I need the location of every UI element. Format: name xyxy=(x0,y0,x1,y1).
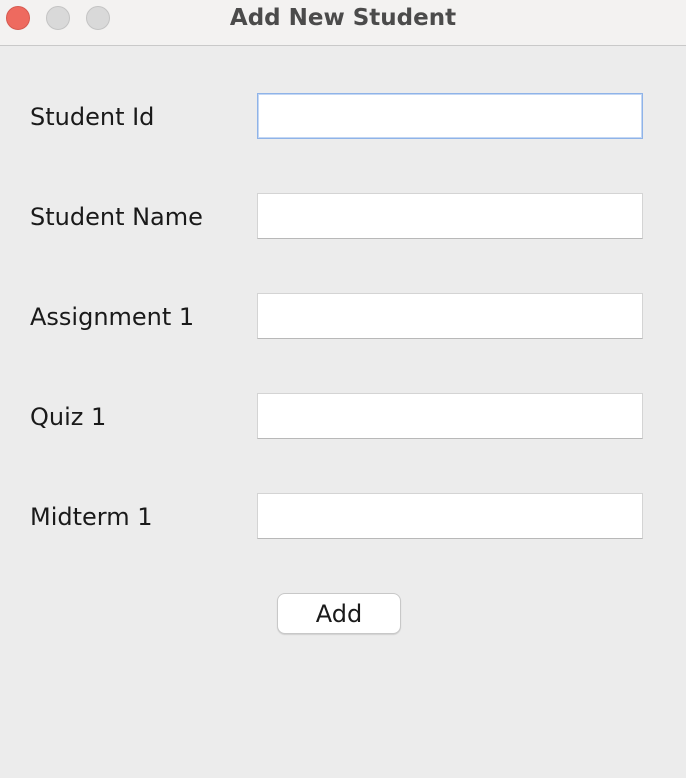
add-student-window: Add New Student Student Id Student Name … xyxy=(0,0,686,778)
student-name-label: Student Name xyxy=(30,203,203,231)
assignment-1-input[interactable] xyxy=(257,293,643,339)
student-id-input[interactable] xyxy=(257,93,643,139)
quiz-1-label: Quiz 1 xyxy=(30,403,107,431)
student-name-input[interactable] xyxy=(257,193,643,239)
add-button[interactable]: Add xyxy=(277,593,401,634)
midterm-1-input[interactable] xyxy=(257,493,643,539)
title-bar: Add New Student xyxy=(0,0,686,46)
student-id-label: Student Id xyxy=(30,103,155,131)
window-title: Add New Student xyxy=(229,5,457,31)
midterm-1-label: Midterm 1 xyxy=(30,503,153,531)
assignment-1-label: Assignment 1 xyxy=(30,303,195,331)
quiz-1-input[interactable] xyxy=(257,393,643,439)
